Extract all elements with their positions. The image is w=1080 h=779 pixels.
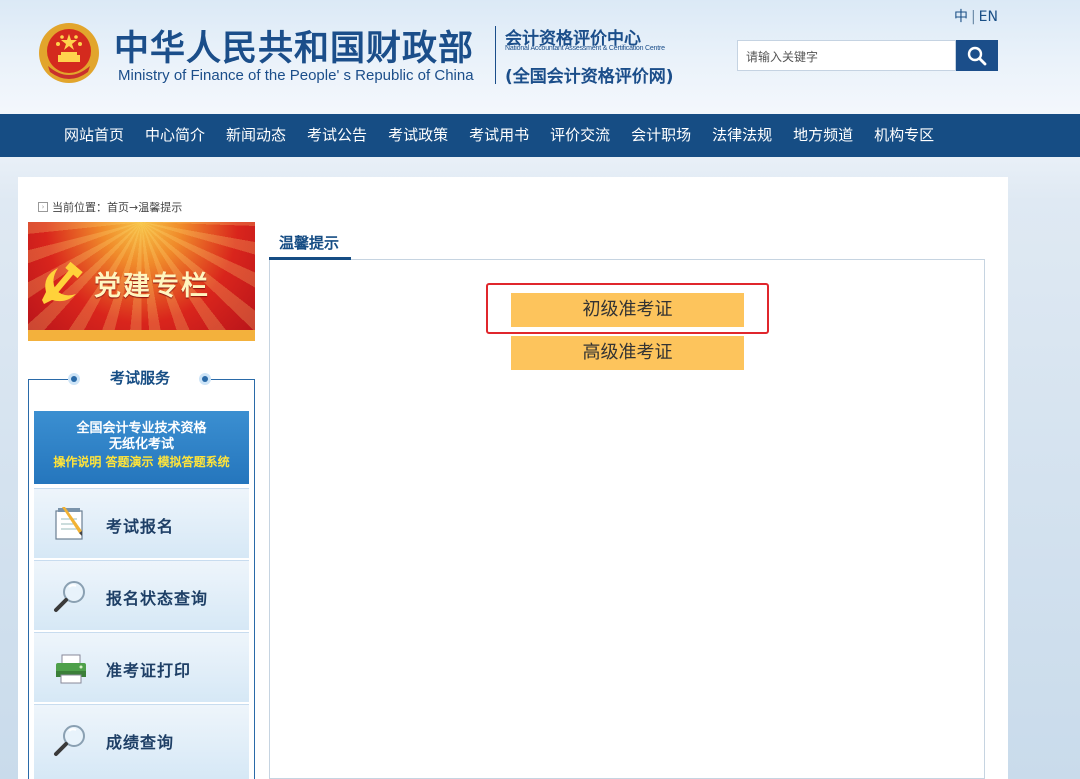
search-button[interactable] [956, 40, 998, 71]
banner-stripe [28, 330, 255, 341]
service-dot-left [68, 373, 80, 385]
breadcrumb-arrow-icon: › [38, 202, 48, 212]
nav-item-news[interactable]: 新闻动态 [226, 114, 286, 157]
magnifier-icon [54, 725, 85, 756]
nav-item-exam-policy[interactable]: 考试政策 [388, 114, 448, 157]
search-input[interactable]: 请输入关键字 [737, 40, 956, 71]
breadcrumb: › 当前位置：首页→温馨提示 [38, 199, 182, 215]
sidebar-item-label: 考试报名 [106, 517, 175, 536]
paperless-exam-banner[interactable]: 全国会计专业技术资格 无纸化考试 操作说明 答题演示 模拟答题系统 [34, 411, 249, 484]
service-line-right [211, 379, 255, 380]
service-header: 考试服务 [28, 367, 255, 391]
national-emblem-icon [39, 23, 99, 83]
paperless-line1: 全国会计专业技术资格 [76, 421, 207, 436]
nav-item-local[interactable]: 地方频道 [793, 114, 853, 157]
nav-item-exchange[interactable]: 评价交流 [550, 114, 610, 157]
lang-en-link[interactable]: EN [979, 9, 998, 25]
sidebar-item-score-query[interactable]: 成绩查询 [34, 704, 249, 779]
nav-item-home[interactable]: 网站首页 [64, 114, 124, 157]
sidebar-item-label: 成绩查询 [106, 733, 175, 752]
header-divider [495, 26, 496, 84]
service-line-left [28, 379, 68, 380]
sidebar-item-status-query[interactable]: 报名状态查询 [34, 560, 249, 630]
party-building-banner[interactable]: 党建专栏 [28, 222, 255, 341]
nav-item-exam-notices[interactable]: 考试公告 [307, 114, 367, 157]
notepad-pencil-icon [55, 507, 83, 540]
ministry-title-en: Ministry of Finance of the People' s Rep… [118, 67, 474, 84]
nav-item-careers[interactable]: 会计职场 [631, 114, 691, 157]
main-nav: 网站首页 中心简介 新闻动态 考试公告 考试政策 考试用书 评价交流 会计职场 … [0, 114, 1080, 157]
senior-admission-ticket-button[interactable]: 高级准考证 [511, 336, 744, 370]
ministry-title-cn: 中华人民共和国财政部 [114, 29, 475, 69]
center-network-title: (全国会计资格评价网) [505, 67, 674, 87]
tab-warm-tips[interactable]: 温馨提示 [279, 232, 339, 253]
printer-icon [56, 654, 86, 684]
center-title-en: National Accountant Assessment & Certifi… [505, 45, 665, 52]
magnifier-icon [54, 581, 85, 612]
site-header: 中 | EN 中华人民共和国财政部 Ministry of Finance of t… [0, 0, 1080, 114]
nav-item-institutions[interactable]: 机构专区 [874, 114, 934, 157]
sidebar-item-label: 准考证打印 [106, 661, 192, 680]
lang-separator: | [970, 9, 976, 25]
sidebar-item-registration[interactable]: 考试报名 [34, 488, 249, 558]
search-icon [967, 46, 987, 65]
content-area: › 当前位置：首页→温馨提示 党建专栏 考试服务 全国会计专业技术资格 无纸化考… [18, 177, 1008, 779]
breadcrumb-text: 当前位置：首页→温馨提示 [52, 201, 183, 214]
nav-item-laws[interactable]: 法律法规 [712, 114, 772, 157]
paperless-line3: 操作说明 答题演示 模拟答题系统 [53, 455, 230, 469]
paperless-line2: 无纸化考试 [108, 437, 174, 452]
sidebar-item-label: 报名状态查询 [106, 589, 209, 608]
nav-item-exam-books[interactable]: 考试用书 [469, 114, 529, 157]
service-dot-right [199, 373, 211, 385]
highlight-box [486, 283, 769, 334]
lang-zh-link[interactable]: 中 [954, 9, 968, 25]
tab-underline [269, 257, 351, 260]
language-switch: 中 | EN [954, 6, 998, 26]
nav-item-about[interactable]: 中心简介 [145, 114, 205, 157]
hammer-sickle-icon [42, 262, 83, 304]
sidebar-item-admission-print[interactable]: 准考证打印 [34, 632, 249, 702]
banner-title: 党建专栏 [94, 271, 210, 302]
service-title: 考试服务 [110, 369, 171, 387]
